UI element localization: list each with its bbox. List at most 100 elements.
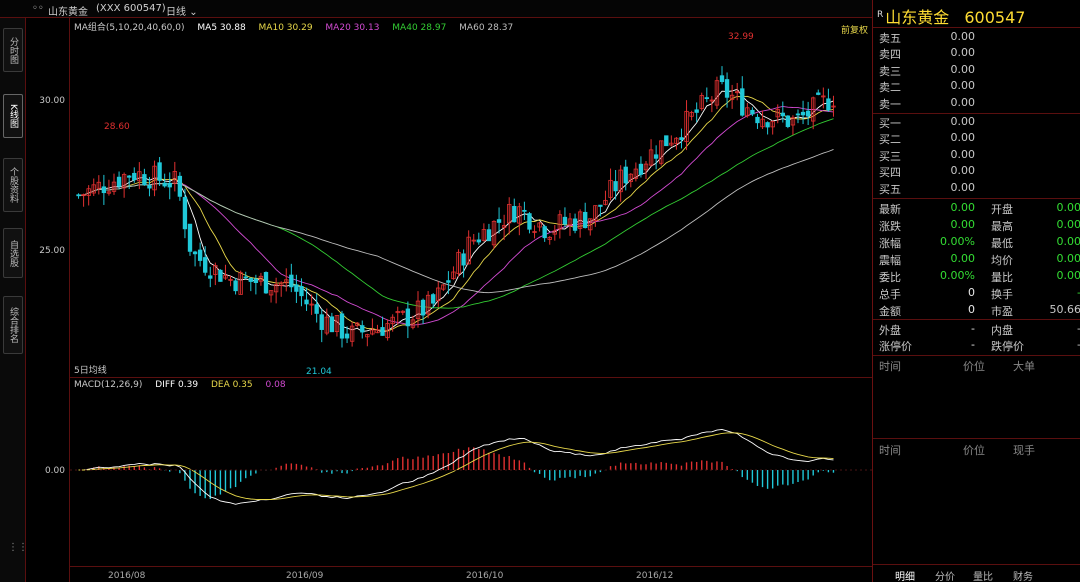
- candle-body: [218, 269, 223, 282]
- stat-label: 跌停价: [991, 340, 1024, 353]
- stat-value: 50.66: [1049, 303, 1080, 316]
- stat-row: 最新 0.00 开盘 0.00: [873, 201, 1080, 217]
- stat-row: 金额 0 市盈 50.66: [873, 303, 1080, 319]
- candle-body: [248, 277, 253, 282]
- candle-body: [76, 194, 81, 197]
- candle-body: [461, 253, 466, 266]
- stat-label: 最高: [991, 220, 1013, 233]
- candle-body: [339, 313, 345, 339]
- stat-label: 量比: [991, 271, 1013, 284]
- candle-body: [638, 163, 644, 175]
- order-level-price: 0.00: [950, 62, 976, 76]
- candle-body: [512, 206, 517, 223]
- stat-label: 涨幅: [879, 237, 901, 250]
- grid-icon[interactable]: ⋮⋮: [8, 542, 28, 553]
- candle-body: [785, 115, 791, 127]
- stat-value: 0.00: [950, 252, 976, 265]
- date-label: 2016/08: [108, 571, 146, 581]
- stat-value: 0.00: [950, 218, 976, 231]
- ma10-line: [78, 95, 834, 332]
- sell-level-row: 卖四 0.00: [873, 46, 1080, 62]
- divider: [873, 355, 1080, 356]
- order-level-label: 买五: [879, 182, 901, 196]
- candle-body: [679, 137, 684, 141]
- order-level-price: 0.00: [950, 164, 976, 178]
- candle-body: [203, 257, 208, 273]
- tab-volume-ratio[interactable]: 量比: [973, 568, 993, 582]
- candle-body: [127, 175, 132, 178]
- candle-body: [360, 325, 365, 333]
- tab-finance[interactable]: 财务: [1013, 568, 1033, 582]
- header-price: 价位: [963, 360, 985, 373]
- stat-value: 0.00: [1056, 269, 1080, 282]
- stat-value: 0.00: [1056, 235, 1080, 248]
- date-label: 2016/09: [286, 571, 324, 581]
- candle-body: [613, 181, 618, 192]
- candle-body: [319, 314, 324, 330]
- candle-body: [192, 251, 198, 255]
- candle-body: [147, 185, 152, 189]
- tab-kline[interactable]: K线图: [3, 94, 23, 138]
- stat-row: 委比 0.00% 量比 0.00: [873, 269, 1080, 285]
- tab-ranking[interactable]: 综合排名: [3, 296, 23, 354]
- candle-body: [780, 112, 785, 117]
- candle-body: [598, 204, 603, 207]
- stat-value: 0.00%: [940, 269, 975, 282]
- stat-value: 0.00%: [940, 235, 975, 248]
- candle-body: [294, 284, 299, 292]
- adjust-tag[interactable]: 前复权: [841, 23, 868, 36]
- order-level-label: 卖一: [879, 97, 901, 111]
- candle-body: [197, 249, 203, 261]
- candle-body: [142, 174, 147, 186]
- macd-chart[interactable]: MACD(12,26,9) DIFF 0.39 DEA 0.35 0.08: [70, 378, 872, 566]
- order-level-label: 买二: [879, 133, 901, 147]
- tab-price-dist[interactable]: 分价: [935, 568, 955, 582]
- candle-body: [380, 327, 385, 336]
- candle-body: [243, 276, 248, 279]
- stat-value: 0: [968, 303, 975, 316]
- stat-value: -: [971, 338, 975, 351]
- order-level-label: 卖三: [879, 64, 901, 78]
- candle-body: [187, 223, 193, 252]
- candle-body: [299, 286, 304, 297]
- buy-level-row: 买二 0.00: [873, 131, 1080, 147]
- candle-body: [542, 226, 547, 239]
- date-label: 2016/10: [466, 571, 504, 581]
- candle-body: [486, 229, 492, 242]
- candle-body: [795, 113, 801, 116]
- tab-profile[interactable]: 个股资料: [3, 158, 23, 212]
- panel-bottom-tabs: 明细 分价 量比 财务: [873, 564, 1080, 582]
- candle-body: [765, 122, 770, 128]
- order-level-price: 0.00: [950, 30, 976, 43]
- header-time: 时间: [879, 360, 901, 373]
- stat-label: 震幅: [879, 254, 901, 267]
- order-level-price: 0.00: [950, 115, 976, 128]
- divider: [873, 198, 1080, 199]
- stat-label: 最低: [991, 237, 1013, 250]
- panel-stock-code: 600547: [964, 8, 1026, 27]
- tab-detail[interactable]: 明细: [895, 568, 915, 582]
- stat-label: 金额: [879, 305, 901, 318]
- divider: [873, 113, 1080, 114]
- candle-body: [167, 182, 172, 188]
- kline-chart[interactable]: MA组合(5,10,20,40,60,0) MA5 30.88 MA10 30.…: [70, 18, 872, 378]
- order-level-label: 卖二: [879, 81, 901, 95]
- tab-watchlist[interactable]: 自选股: [3, 228, 23, 278]
- period-selector[interactable]: 日线 ⌄: [166, 3, 198, 18]
- chevron-down-icon: ⌄: [189, 7, 198, 18]
- sell-level-row: 卖三 0.00: [873, 63, 1080, 79]
- tab-intraday[interactable]: 分时图: [3, 28, 23, 72]
- period-label: 日线: [166, 7, 186, 18]
- quote-panel: R 山东黄金 600547 卖五 0.00 卖四 0.00 卖三 0.00 卖二 0.00 卖一 0…: [872, 0, 1080, 582]
- menu-icon[interactable]: ◦◦: [32, 3, 44, 14]
- price-axis: 30.00 25.00 0.00: [26, 18, 70, 582]
- stat-label: 涨停价: [879, 340, 912, 353]
- ma20-line: [78, 105, 834, 326]
- candle-body: [724, 79, 730, 98]
- candle-body: [208, 275, 213, 279]
- stat-row: 震幅 0.00 均价 0.00: [873, 252, 1080, 268]
- panel-title: R 山东黄金 600547: [877, 4, 1025, 28]
- order-level-label: 买三: [879, 149, 901, 163]
- left-high-annotation: 28.60: [104, 122, 130, 132]
- stat-label: 换手: [991, 288, 1013, 301]
